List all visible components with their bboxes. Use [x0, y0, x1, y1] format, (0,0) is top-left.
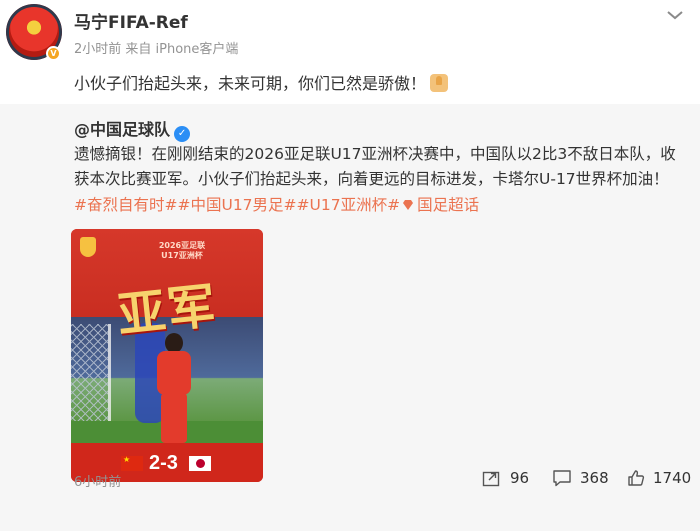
player [149, 333, 195, 453]
comment-icon [553, 470, 571, 487]
verified-icon: ✓ [174, 126, 191, 142]
like-count: 1740 [653, 469, 692, 487]
match-score: 2-3 [149, 452, 178, 474]
like-button[interactable]: 1740 [627, 468, 691, 488]
like-icon [628, 470, 645, 486]
reposted-content[interactable]: @中国足球队 ✓ 遗憾摘银！在刚刚结束的2026亚足联U17亚洲杯决赛中，中国队以… [0, 104, 700, 531]
comment-count: 368 [580, 469, 609, 487]
poster-subtitle: 2026亚足联 U17亚洲杯 [158, 241, 206, 260]
japan-flag-icon [189, 456, 211, 471]
repost-icon [482, 471, 500, 487]
thumbs-up-emoji-icon [430, 74, 449, 92]
hashtag-link[interactable]: #U17亚洲杯# [297, 196, 401, 214]
original-text-line: 遗憾摘银！在刚刚结束的2026亚足联U17亚洲杯决赛中，中国队以2比3不敌日本队… [74, 145, 676, 163]
original-text-line: 获本次比赛亚军。小伙子们抬起头来，向着更远的目标进发，卡塔尔U-17世界杯加油！ [74, 170, 669, 188]
hashtag-row: #奋烈自有时##中国U17男足##U17亚洲杯# 国足超话 [74, 193, 479, 215]
repost-count: 96 [510, 469, 530, 487]
comment-button[interactable]: 368 [552, 468, 609, 488]
author-name[interactable]: 马宁FIFA-Ref [74, 8, 188, 33]
original-author[interactable]: @中国足球队 ✓ [74, 116, 191, 142]
match-result-image[interactable]: 2026亚足联 U17亚洲杯 亚军 2-3 [71, 229, 263, 482]
post-text: 小伙子们抬起头来，未来可期，你们已然是骄傲！ [74, 70, 449, 94]
repost-button[interactable]: 96 [482, 468, 529, 488]
verified-icon: V [46, 46, 61, 61]
original-author-name[interactable]: @中国足球队 [74, 120, 170, 139]
china-flag-icon [121, 455, 143, 471]
original-time: 6小时前 [74, 475, 122, 490]
chevron-down-icon[interactable] [665, 8, 685, 22]
supertopic-link[interactable]: 国足超话 [417, 196, 479, 214]
weibo-post: V 马宁FIFA-Ref 2小时前 来自 iPhone客户端 小伙子们抬起头来，… [0, 0, 700, 110]
supertopic-icon [403, 200, 414, 210]
hashtag-link[interactable]: #中国U17男足# [177, 196, 296, 214]
post-body: 小伙子们抬起头来，未来可期，你们已然是骄傲！ [74, 74, 427, 93]
post-meta: 2小时前 来自 iPhone客户端 [74, 42, 239, 57]
hashtag-link[interactable]: #奋烈自有时# [74, 196, 177, 214]
original-text: 遗憾摘银！在刚刚结束的2026亚足联U17亚洲杯决赛中，中国队以2比3不敌日本队… [74, 142, 684, 192]
